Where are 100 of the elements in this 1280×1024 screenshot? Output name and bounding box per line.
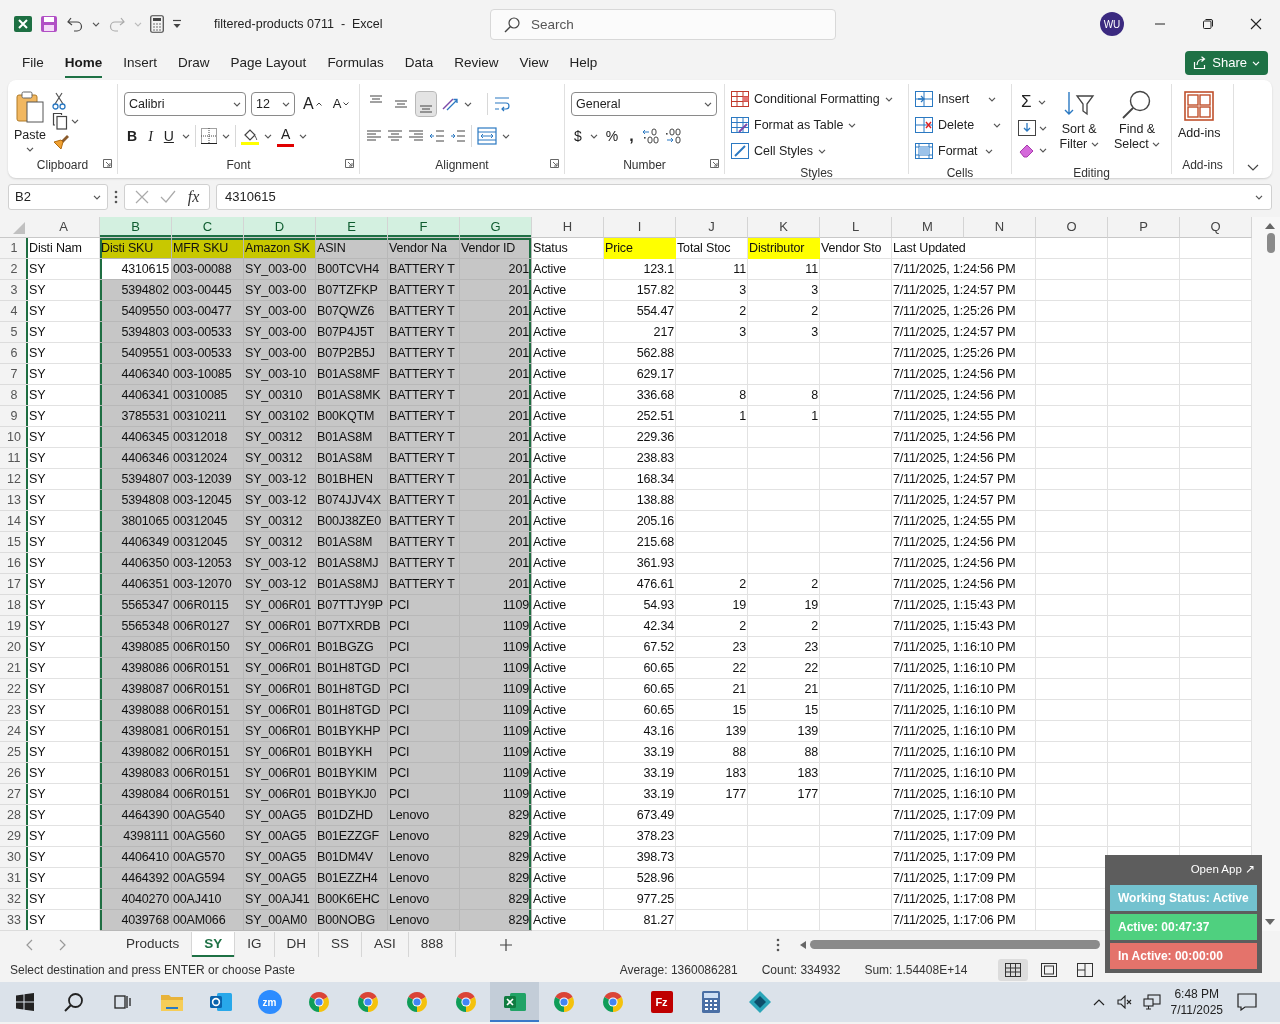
column-header[interactable]: H (532, 217, 604, 238)
font-color-button[interactable]: A (276, 125, 295, 147)
table-cell[interactable]: Active (532, 322, 604, 343)
column-heading-cell[interactable]: Vendor Sto (820, 238, 892, 259)
table-cell[interactable]: B01AS8M (316, 532, 388, 553)
close-icon[interactable] (1250, 18, 1262, 30)
table-cell[interactable]: B07TZFKP (316, 280, 388, 301)
table-cell[interactable]: 00310085 (172, 385, 244, 406)
insert-function-button[interactable]: fx (187, 185, 200, 209)
table-cell[interactable]: B07P2B5J (316, 343, 388, 364)
font-name-dropdown[interactable]: Calibri (124, 92, 246, 116)
table-cell[interactable]: SY_003-12 (244, 490, 316, 511)
table-cell[interactable]: Active (532, 280, 604, 301)
table-cell[interactable]: SY_003-12 (244, 553, 316, 574)
table-cell[interactable]: B07QWZ6 (316, 301, 388, 322)
table-cell[interactable]: 829 (460, 826, 532, 847)
caret-icon[interactable] (1039, 147, 1048, 153)
table-cell[interactable]: SY_00AJ41 (244, 889, 316, 910)
dialog-launcher-icon[interactable] (710, 159, 719, 168)
calculator-icon[interactable] (700, 990, 721, 1014)
table-cell[interactable]: 4398082 (100, 742, 172, 763)
table-cell[interactable]: 829 (460, 889, 532, 910)
table-cell[interactable]: Active (532, 616, 604, 637)
column-header[interactable]: A (28, 217, 100, 238)
table-cell[interactable]: BATTERY T (388, 511, 460, 532)
table-cell[interactable]: 81.27 (604, 910, 676, 931)
scroll-down-icon[interactable] (1265, 919, 1275, 925)
caret-icon[interactable] (1039, 125, 1048, 131)
table-cell[interactable]: 4406346 (100, 448, 172, 469)
table-cell[interactable]: 003-10085 (172, 364, 244, 385)
table-cell[interactable]: SY (28, 406, 100, 427)
scroll-up-icon[interactable] (1265, 223, 1275, 229)
table-cell[interactable]: 4398081 (100, 721, 172, 742)
table-cell[interactable]: SY (28, 700, 100, 721)
table-cell[interactable]: B01H8TGD (316, 700, 388, 721)
table-cell[interactable]: 201 (460, 490, 532, 511)
row-number[interactable]: 2 (0, 259, 28, 280)
column-header[interactable]: G (460, 217, 532, 238)
sheet-tab[interactable]: ASI (362, 932, 409, 957)
table-cell[interactable]: 00312045 (172, 532, 244, 553)
table-cell[interactable]: BATTERY T (388, 364, 460, 385)
row-number[interactable]: 30 (0, 847, 28, 868)
menu-tab[interactable]: Help (559, 48, 608, 78)
table-cell[interactable]: 4040270 (100, 889, 172, 910)
table-cell[interactable]: 215.68 (604, 532, 676, 553)
menu-tab[interactable]: Insert (113, 48, 168, 78)
table-cell[interactable]: Active (532, 889, 604, 910)
table-cell[interactable]: 4039768 (100, 910, 172, 931)
row-number[interactable]: 9 (0, 406, 28, 427)
column-heading-cell[interactable]: Vendor ID (460, 238, 532, 259)
table-cell[interactable]: 00AM066 (172, 910, 244, 931)
menu-tab[interactable]: Review (444, 48, 509, 78)
sheet-tab[interactable]: 888 (408, 932, 457, 957)
table-cell[interactable]: 22 (676, 658, 748, 679)
table-cell[interactable]: 183 (748, 763, 820, 784)
table-cell[interactable]: 5394807 (100, 469, 172, 490)
table-cell[interactable]: 88 (748, 742, 820, 763)
table-cell[interactable]: SY (28, 301, 100, 322)
table-cell[interactable]: B00K6EHC (316, 889, 388, 910)
table-cell[interactable]: 252.51 (604, 406, 676, 427)
dialog-launcher-icon[interactable] (103, 159, 112, 168)
table-cell[interactable]: B07TXRDB (316, 616, 388, 637)
table-cell[interactable]: B01AS8M (316, 427, 388, 448)
table-cell[interactable]: SY_003-00 (244, 322, 316, 343)
open-app-button[interactable]: Open App ↗ (1188, 859, 1257, 881)
table-cell[interactable]: 4406410 (100, 847, 172, 868)
table-cell[interactable]: B01H8TGD (316, 679, 388, 700)
table-cell[interactable]: Lenovo (388, 910, 460, 931)
table-cell[interactable]: SY_003-12 (244, 469, 316, 490)
table-cell[interactable]: SY (28, 343, 100, 364)
table-cell[interactable]: 1109 (460, 763, 532, 784)
table-cell[interactable]: 33.19 (604, 784, 676, 805)
table-cell[interactable]: Active (532, 385, 604, 406)
table-cell[interactable]: 336.68 (604, 385, 676, 406)
column-heading-cell[interactable]: Vendor Na (388, 238, 460, 259)
table-cell[interactable]: Lenovo (388, 847, 460, 868)
table-cell[interactable]: 829 (460, 910, 532, 931)
table-cell[interactable]: 42.34 (604, 616, 676, 637)
table-cell[interactable]: PCI (388, 742, 460, 763)
column-heading-cell[interactable]: Amazon SK (244, 238, 316, 259)
grow-font-button[interactable]: A (300, 92, 325, 116)
table-cell[interactable]: B07TTJY9P (316, 595, 388, 616)
row-number[interactable]: 20 (0, 637, 28, 658)
table-cell[interactable]: Active (532, 721, 604, 742)
table-cell[interactable]: BATTERY T (388, 343, 460, 364)
table-cell[interactable]: SY (28, 763, 100, 784)
table-cell[interactable]: B01BYKJ0 (316, 784, 388, 805)
table-cell[interactable]: 4398088 (100, 700, 172, 721)
table-cell[interactable]: 006R0151 (172, 658, 244, 679)
table-cell[interactable]: PCI (388, 763, 460, 784)
row-number[interactable]: 14 (0, 511, 28, 532)
table-cell[interactable]: 177 (676, 784, 748, 805)
table-cell[interactable]: 5394802 (100, 280, 172, 301)
table-cell[interactable]: 003-00088 (172, 259, 244, 280)
table-cell[interactable]: Lenovo (388, 826, 460, 847)
table-cell[interactable]: Active (532, 763, 604, 784)
browser-icon[interactable] (355, 990, 380, 1014)
format-cells-button[interactable]: Format (915, 138, 1002, 164)
table-cell[interactable]: SY (28, 679, 100, 700)
sheet-tab[interactable]: IG (235, 932, 275, 957)
